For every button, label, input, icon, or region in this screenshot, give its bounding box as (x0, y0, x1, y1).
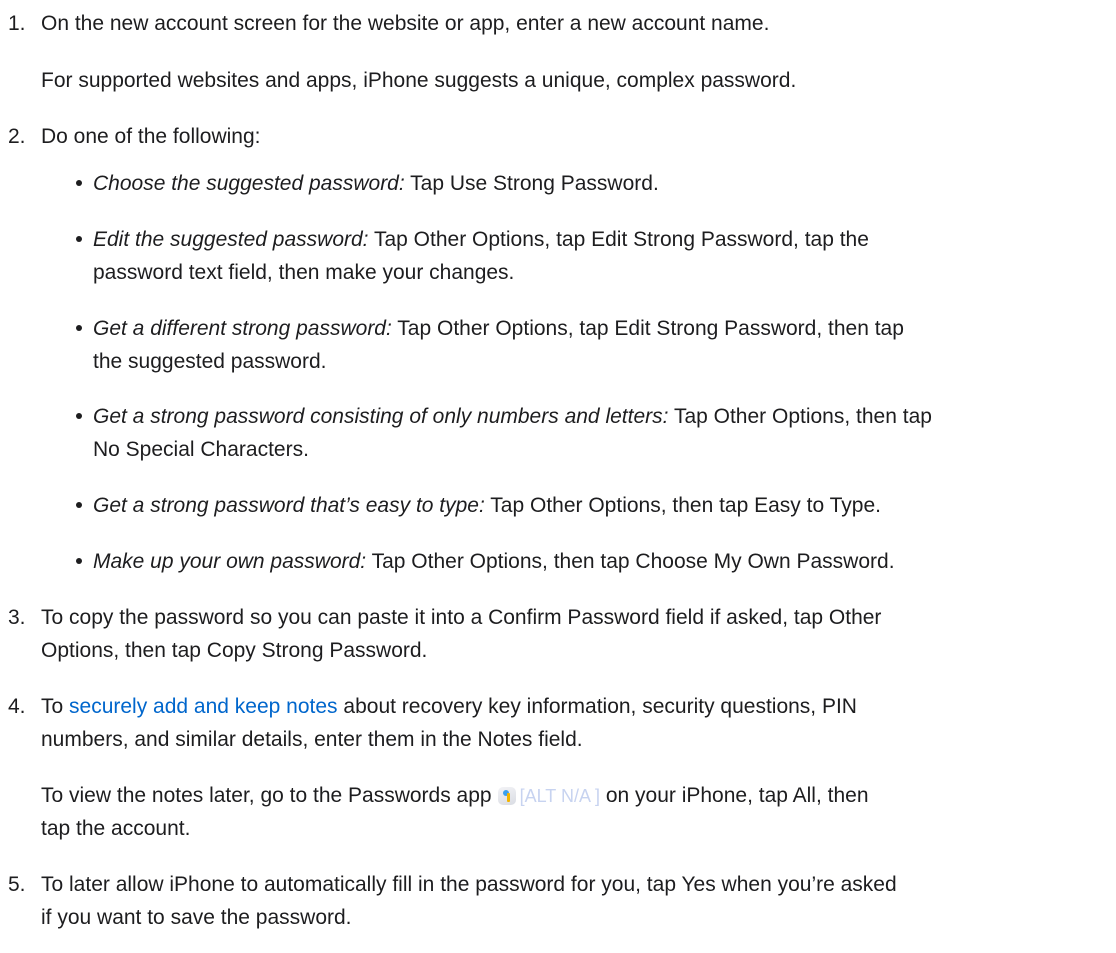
instructions-document: 1. On the new account screen for the web… (0, 0, 1116, 953)
step-3-text: To copy the password so you can paste it… (41, 606, 882, 629)
step-2-number: 2. (8, 125, 26, 148)
step-3-text-continued: Options, then tap Copy Strong Password. (41, 639, 428, 662)
step-4-note-continued: tap the account. (41, 817, 191, 840)
option-term: Get a strong password consisting of only… (93, 405, 669, 428)
option-term: Get a different strong password: (93, 317, 392, 340)
option-choose-suggested: Choose the suggested password: Tap Use S… (93, 167, 659, 200)
option-term: Choose the suggested password: (93, 172, 405, 195)
step-4-text-continued: numbers, and similar details, enter them… (41, 728, 583, 751)
option-term: Make up your own password: (93, 550, 367, 573)
step-5-text: To later allow iPhone to automatically f… (41, 873, 897, 896)
step-2-text: Do one of the following: (41, 125, 261, 148)
step-5-number: 5. (8, 873, 26, 896)
bullet-dot (76, 236, 82, 242)
bullet-dot (76, 180, 82, 186)
bullet-dot (76, 558, 82, 564)
option-desc: Tap Other Options, then tap Choose My Ow… (371, 550, 895, 573)
option-desc-continued: password text field, then make your chan… (93, 261, 515, 284)
step-4-number: 4. (8, 695, 26, 718)
option-edit-suggested: Edit the suggested password: Tap Other O… (93, 223, 869, 256)
step-1-number: 1. (8, 12, 26, 35)
step-1-text: On the new account screen for the websit… (41, 12, 770, 35)
step-4-note: To view the notes later, go to the Passw… (41, 779, 869, 813)
option-make-your-own: Make up your own password: Tap Other Opt… (93, 545, 895, 578)
option-desc: Tap Other Options, then tap Easy to Type… (490, 494, 881, 517)
option-easy-to-type: Get a strong password that’s easy to typ… (93, 489, 881, 522)
option-get-different: Get a different strong password: Tap Oth… (93, 312, 904, 345)
option-desc: Tap Use Strong Password. (410, 172, 659, 195)
passwords-app-icon (497, 787, 516, 805)
option-numbers-letters: Get a strong password consisting of only… (93, 400, 932, 433)
step-1-note: For supported websites and apps, iPhone … (41, 69, 797, 92)
option-desc-continued: the suggested password. (93, 350, 327, 373)
option-term: Get a strong password that’s easy to typ… (93, 494, 485, 517)
alt-text-placeholder: [ALT N/A ] (519, 786, 600, 806)
step-4-note-before: To view the notes later, go to the Passw… (41, 784, 492, 807)
bullet-dot (76, 502, 82, 508)
option-term: Edit the suggested password: (93, 228, 369, 251)
step-4-prefix: To (41, 695, 64, 718)
step-4-text: To securely add and keep notes about rec… (41, 690, 857, 723)
step-3-number: 3. (8, 606, 26, 629)
secure-notes-link[interactable]: securely add and keep notes (69, 695, 338, 718)
bullet-dot (76, 325, 82, 331)
step-4-note-after: on your iPhone, tap All, then (605, 784, 869, 807)
bullet-dot (76, 413, 82, 419)
option-desc: Tap Other Options, tap Edit Strong Passw… (373, 228, 869, 251)
option-desc-continued: No Special Characters. (93, 438, 309, 461)
option-desc: Tap Other Options, tap Edit Strong Passw… (397, 317, 904, 340)
step-5-text-continued: if you want to save the password. (41, 906, 352, 929)
option-desc: Tap Other Options, then tap (673, 405, 932, 428)
step-4-rest: about recovery key information, security… (343, 695, 857, 718)
